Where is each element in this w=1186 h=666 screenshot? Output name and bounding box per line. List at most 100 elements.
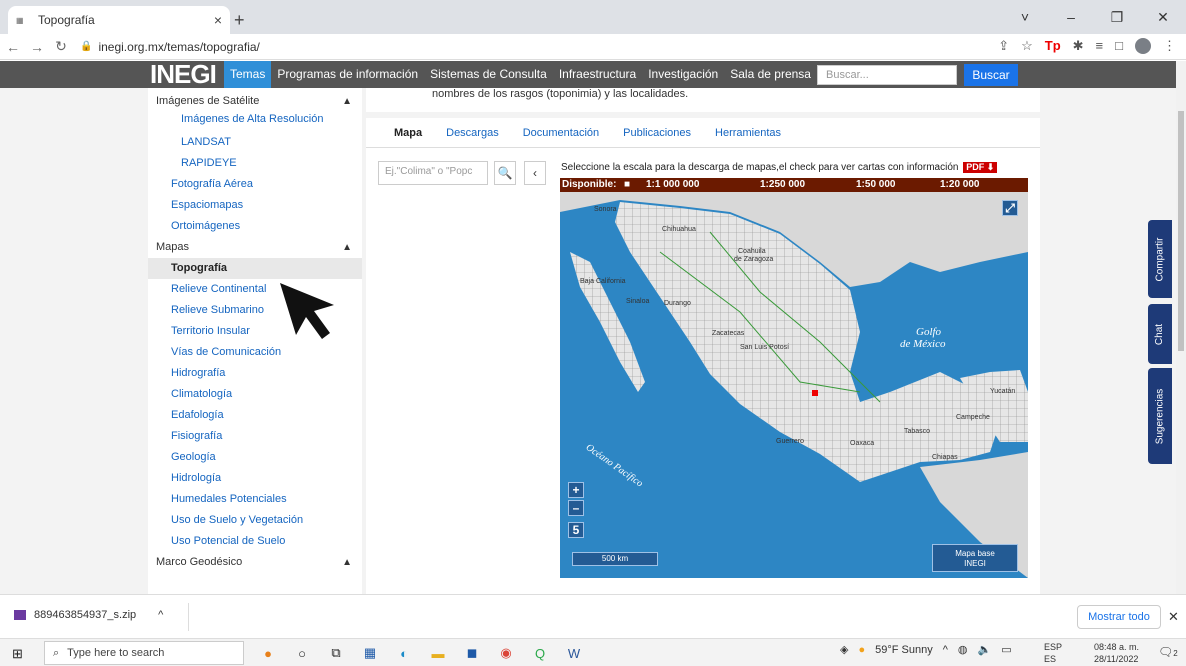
battery-icon[interactable]: ▭ [1001,643,1011,656]
site-search-input[interactable]: Buscar... [817,65,957,85]
close-window-icon[interactable]: ✕ [1140,0,1186,34]
zoom-in-button[interactable]: + [568,482,584,498]
nav-infraestructura[interactable]: Infraestructura [553,61,642,88]
tab-search-icon[interactable]: ˅ [1002,0,1048,34]
collapse-panel-button[interactable]: ‹ [524,161,546,185]
tray-chevron-icon[interactable]: ^ [943,644,948,656]
network-icon[interactable]: ◍ [958,643,968,656]
lock-icon[interactable]: 🔒 [80,41,92,52]
minimize-icon[interactable]: – [1048,0,1094,34]
sidebar-item-humedales[interactable]: Humedales Potenciales [148,489,362,510]
chevron-up-icon[interactable]: ▲ [342,91,352,112]
chat-tab[interactable]: Chat [1148,304,1172,364]
sidebar-item-edafologia[interactable]: Edafología [148,405,362,426]
sidebar-item-vias-comunicacion[interactable]: Vías de Comunicación [148,342,362,363]
share-icon[interactable]: ⇪ [998,38,1009,54]
scale-1-20000[interactable]: 1:20 000 [940,179,979,190]
profile-avatar-icon[interactable] [1135,38,1151,54]
weather-text[interactable]: 59°F Sunny [875,644,933,656]
chevron-up-icon[interactable]: ▲ [342,237,352,258]
sidebar-item-topografia[interactable]: Topografía [148,258,362,279]
address-bar[interactable]: 🔒 inegi.org.mx/temas/topografia/ [80,40,260,54]
forward-icon[interactable]: → [26,39,48,55]
scale-1-1000000[interactable]: 1:1 000 000 [646,179,699,190]
reading-list-icon[interactable]: ≡ [1096,38,1104,54]
nav-investigacion[interactable]: Investigación [642,61,724,88]
nav-programas[interactable]: Programas de información [271,61,424,88]
map-search-button[interactable]: 🔍 [494,161,516,185]
reload-icon[interactable]: ↻ [50,38,72,55]
chrome-icon[interactable]: ◉ [496,643,516,663]
tab-documentacion[interactable]: Documentación [523,127,599,139]
bookmark-star-icon[interactable]: ☆ [1021,38,1033,54]
layer-count-button[interactable]: 5 [568,522,584,538]
close-tab-icon[interactable]: × [214,12,222,28]
clock[interactable]: 08:48 a. m. 28/11/2022 [1094,641,1139,665]
extensions-puzzle-icon[interactable]: ✱ [1073,38,1084,54]
chevron-up-icon[interactable]: ^ [158,609,163,621]
browser-tab[interactable]: ▦ Topografía × [8,6,230,34]
taskbar-search[interactable]: ⌕ Type here to search [44,641,244,665]
task-view-icon[interactable]: ⧉ [326,643,346,663]
tab-mapa[interactable]: Mapa [394,127,422,139]
file-explorer-icon[interactable]: ▬ [428,643,448,663]
inegi-logo[interactable]: INEGI [150,61,217,88]
nav-sistemas[interactable]: Sistemas de Consulta [424,61,553,88]
tray-app-icon[interactable]: ◈ [840,643,848,656]
show-all-button[interactable]: Mostrar todo [1077,605,1161,629]
app-q-icon[interactable]: Q [530,643,550,663]
close-downloads-icon[interactable]: ✕ [1168,609,1179,625]
weather-widget-icon[interactable]: ● [258,643,278,663]
sidebar-item-fisiografia[interactable]: Fisiografía [148,426,362,447]
sidebar-item-hidrologia[interactable]: Hidrología [148,468,362,489]
notifications-icon[interactable]: 🗨2 [1158,645,1178,659]
sidebar-item-fotografia-aerea[interactable]: Fotografía Aérea [148,174,362,195]
sidebar-item-alta-resolucion[interactable]: Imágenes de Alta Resolución [148,112,362,132]
map-search-input[interactable]: Ej."Colima" o "Popc [378,161,488,185]
cortana-icon[interactable]: ○ [292,643,312,663]
site-search-button[interactable]: Buscar [964,64,1018,86]
disponible-checkbox[interactable]: ■ [624,179,630,190]
language-indicator[interactable]: ESP ES [1044,641,1062,665]
tp-extension-icon[interactable]: Tp [1045,38,1061,54]
sidebar-section-marco-geodesico[interactable]: Marco Geodésico ▲ [148,552,362,573]
windows-start-icon[interactable]: ⊞ [12,646,23,662]
scrollbar-thumb[interactable] [1178,111,1184,351]
pdf-download-button[interactable]: PDF ⬇ [963,162,998,173]
fullscreen-button[interactable]: ⤢ [1002,200,1018,216]
basemap-button[interactable]: Mapa base INEGI [932,544,1018,572]
nav-sala-prensa[interactable]: Sala de prensa [724,61,817,88]
menu-kebab-icon[interactable]: ⋮ [1163,38,1176,54]
sidebar-item-uso-suelo[interactable]: Uso de Suelo y Vegetación [148,510,362,531]
chevron-up-icon[interactable]: ▲ [342,552,352,573]
edge-icon[interactable]: ◐ [394,643,414,663]
sidebar-item-uso-potencial[interactable]: Uso Potencial de Suelo [148,531,362,552]
map-view[interactable]: Golfo de México Océano Pacífico Sonora C… [560,192,1028,578]
sidebar-item-geologia[interactable]: Geología [148,447,362,468]
scale-1-250000[interactable]: 1:250 000 [760,179,805,190]
sidebar-item-rapideye[interactable]: RAPIDEYE [148,153,362,174]
download-item[interactable]: 889463854937_s.zip ^ [14,609,163,621]
side-panel-icon[interactable]: □ [1115,38,1123,54]
suggestions-tab[interactable]: Sugerencias [1148,368,1172,464]
store-icon[interactable]: ◼ [462,643,482,663]
word-icon[interactable]: W [564,643,584,663]
back-icon[interactable]: ← [2,39,24,55]
maximize-icon[interactable]: ❐ [1094,0,1140,34]
sidebar-item-hidrografia[interactable]: Hidrografía [148,363,362,384]
tab-herramientas[interactable]: Herramientas [715,127,781,139]
sidebar-section-imagenes[interactable]: Imágenes de Satélite ▲ [148,91,362,112]
zoom-out-button[interactable]: – [568,500,584,516]
share-tab[interactable]: Compartir [1148,220,1172,298]
sidebar-item-espaciomapas[interactable]: Espaciomapas [148,195,362,216]
sidebar-item-ortoimagenes[interactable]: Ortoimágenes [148,216,362,237]
sidebar-item-climatologia[interactable]: Climatología [148,384,362,405]
tab-descargas[interactable]: Descargas [446,127,499,139]
sidebar-section-mapas[interactable]: Mapas ▲ [148,237,362,258]
page-scrollbar[interactable] [1176,61,1186,594]
url-text[interactable]: inegi.org.mx/temas/topografia/ [98,40,259,54]
sidebar-item-landsat[interactable]: LANDSAT [148,132,362,153]
new-tab-icon[interactable]: + [234,10,245,31]
nav-temas[interactable]: Temas [224,61,272,88]
tab-publicaciones[interactable]: Publicaciones [623,127,691,139]
